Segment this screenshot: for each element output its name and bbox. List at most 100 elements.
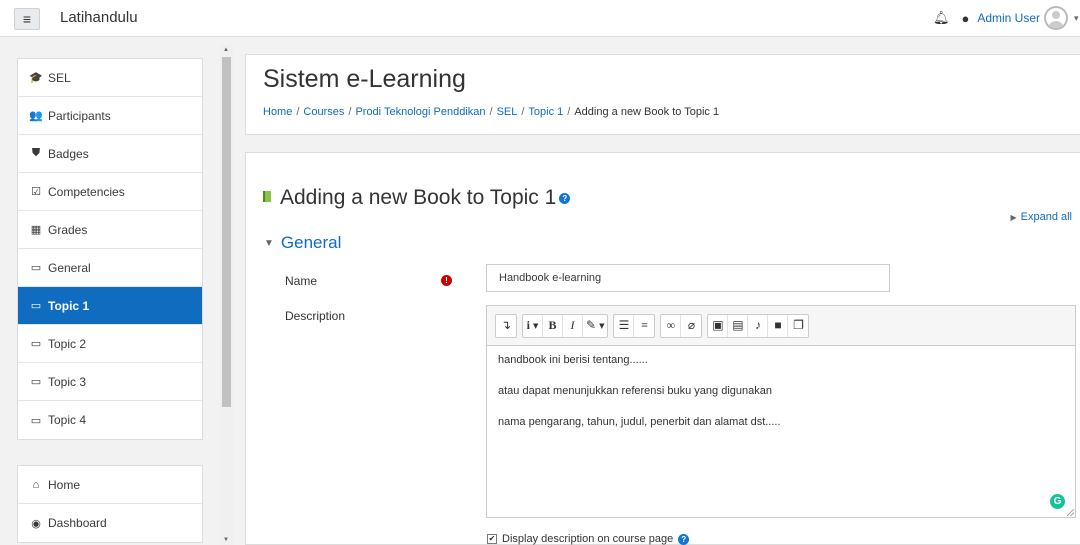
home-icon: ⌂: [32, 478, 40, 491]
grammarly-icon[interactable]: G: [1050, 494, 1065, 509]
top-navbar: ≡ Latihandulu 🔔︎ ● Admin User ▾: [0, 0, 1080, 37]
user-name[interactable]: Admin User: [977, 11, 1040, 25]
message-icon[interactable]: ●: [961, 11, 969, 26]
folder-icon: ▭: [30, 338, 42, 350]
toolbar-group-4: ∞ ⌀: [660, 313, 703, 338]
paragraph-style-icon[interactable]: i ▼: [523, 314, 543, 337]
breadcrumb-link[interactable]: Home: [263, 106, 292, 118]
breadcrumb-separator: /: [296, 106, 300, 118]
required-icon: !: [441, 275, 452, 286]
description-paragraph: nama pengarang, tahun, judul, penerbit d…: [498, 416, 781, 428]
description-label: Description: [285, 309, 346, 323]
media-icon[interactable]: ▤: [728, 314, 749, 337]
breadcrumb-link[interactable]: Prodi Teknologi Penddikan: [355, 106, 485, 118]
sidebar: 🎓 SEL 👥 Participants ⛊ Badges ☑ Competencies ▦ Gr…: [0, 45, 234, 545]
editor-content[interactable]: handbook ini berisi tentang...... atau da…: [487, 346, 1075, 453]
breadcrumb-link[interactable]: Topic 1: [528, 106, 563, 118]
help-icon[interactable]: ?: [559, 192, 571, 204]
sidebar-item-participants[interactable]: 👥 Participants: [18, 97, 202, 135]
image-icon[interactable]: ▣: [708, 314, 729, 337]
sidebar-item-label: Home: [48, 477, 81, 492]
breadcrumb-separator: /: [567, 106, 571, 118]
folder-icon: ▭: [30, 414, 42, 427]
breadcrumb-separator: /: [521, 106, 525, 118]
folder-icon: ▭: [30, 376, 42, 388]
caret-right-icon: ▶: [1010, 213, 1017, 222]
breadcrumb: Home / Courses / Prodi Teknologi Penddikan / S…: [263, 106, 719, 118]
scroll-down-icon[interactable]: ▼: [223, 537, 229, 543]
bold-icon[interactable]: B: [543, 314, 563, 337]
unlink-icon[interactable]: ⌀: [681, 315, 701, 337]
scroll-up-icon[interactable]: ▲: [223, 47, 229, 53]
sidebar-item-dashboard[interactable]: ◉ Dashboard: [18, 504, 202, 542]
page-title: Sistem e-Learning: [263, 65, 466, 93]
breadcrumb-current: Adding a new Book to Topic 1: [574, 106, 720, 118]
hamburger-icon[interactable]: ≡: [14, 8, 40, 30]
section-general-label: General: [280, 233, 342, 252]
sidebar-item-label: General: [48, 260, 91, 275]
link-icon[interactable]: ∞: [661, 314, 682, 337]
sidebar-item-home[interactable]: ⌂ Home: [18, 466, 202, 504]
name-field[interactable]: [486, 264, 890, 292]
page-header: Sistem e-Learning Home / Courses / Prodi Tek…: [245, 54, 1080, 135]
resize-handle-icon[interactable]: [1067, 509, 1074, 516]
course-navigation: 🎓 SEL 👥 Participants ⛊ Badges ☑ Competencies ▦ Gr…: [17, 58, 203, 440]
sidebar-item-competencies[interactable]: ☑ Competencies: [18, 173, 202, 211]
section-general-toggle[interactable]: ▼ General: [264, 233, 341, 253]
sidebar-item-grades[interactable]: ▦ Grades: [18, 211, 202, 249]
expand-all-link[interactable]: ▶ Expand all: [1010, 211, 1072, 223]
user-menu-caret-icon[interactable]: ▾: [1074, 13, 1080, 24]
video-icon[interactable]: ■: [768, 314, 789, 337]
description-paragraph: atau dapat menunjukkan referensi buku ya…: [498, 385, 772, 397]
sidebar-item-topic-3[interactable]: ▭ Topic 3: [18, 363, 202, 401]
folder-icon: ▭: [30, 300, 42, 312]
table-icon: ▦: [30, 224, 42, 236]
sidebar-item-label: Topic 2: [48, 336, 87, 351]
description-paragraph: handbook ini berisi tentang......: [498, 354, 648, 366]
sidebar-item-topic-1[interactable]: ▭ Topic 1: [18, 287, 202, 325]
microphone-icon[interactable]: ♪: [748, 314, 769, 337]
breadcrumb-link[interactable]: Courses: [303, 106, 344, 118]
shield-icon: ⛊: [31, 147, 41, 159]
display-description-checkbox-row[interactable]: ✔ Display description on course page ?: [487, 533, 690, 545]
sidebar-item-label: Competencies: [48, 184, 125, 199]
numbered-list-icon[interactable]: ≡: [634, 315, 654, 337]
name-label: Name: [285, 274, 318, 288]
form-title-text: Adding a new Book to Topic 1: [280, 186, 557, 209]
user-menu-area: 🔔︎ ● Admin User ▾: [921, 6, 1080, 30]
bullet-list-icon[interactable]: ☰: [614, 314, 635, 337]
dashboard-icon: ◉: [31, 517, 41, 530]
toolbar-group-5: ▣ ▤ ♪ ■ ❐: [707, 313, 810, 338]
toolbar-group-2: i ▼ B I ✎ ▼: [522, 313, 609, 338]
text-color-icon[interactable]: ✎ ▼: [583, 315, 607, 337]
avatar[interactable]: [1044, 6, 1068, 30]
manage-files-icon[interactable]: ❐: [788, 315, 808, 337]
graduation-cap-icon: 🎓: [29, 72, 43, 84]
sidebar-item-topic-2[interactable]: ▭ Topic 2: [18, 325, 202, 363]
help-icon[interactable]: ?: [678, 533, 690, 545]
scrollbar-thumb[interactable]: [222, 57, 231, 407]
sidebar-item-label: Dashboard: [48, 516, 107, 530]
sidebar-item-sel[interactable]: 🎓 SEL: [18, 59, 202, 97]
breadcrumb-separator: /: [348, 106, 352, 118]
site-name[interactable]: Latihandulu: [60, 9, 138, 26]
sidebar-item-label: Participants: [48, 108, 111, 123]
book-icon: [263, 191, 271, 202]
sidebar-item-general[interactable]: ▭ General: [18, 249, 202, 287]
breadcrumb-link[interactable]: SEL: [497, 106, 518, 118]
description-editor: ↴ i ▼ B I ✎ ▼ ☰ ≡ ∞ ⌀ ▣ ▤ ♪ ■ ❐ handbook…: [486, 305, 1076, 518]
display-description-checkbox[interactable]: ✔: [487, 534, 497, 544]
users-icon: 👥: [29, 110, 43, 122]
main-region: Adding a new Book to Topic 1? ▶ Expand al…: [245, 152, 1080, 545]
sidebar-item-badges[interactable]: ⛊ Badges: [18, 135, 202, 173]
breadcrumb-separator: /: [489, 106, 493, 118]
sidebar-scrollbar[interactable]: ▲ ▼: [220, 45, 233, 545]
folder-icon: ▭: [30, 262, 42, 274]
sidebar-item-label: Badges: [48, 146, 89, 161]
collapse-toolbar-icon[interactable]: ↴: [496, 315, 516, 337]
sidebar-item-topic-4[interactable]: ▭ Topic 4: [18, 401, 202, 439]
checkbox-icon: ☑: [31, 186, 41, 198]
italic-icon[interactable]: I: [563, 314, 583, 337]
bell-icon[interactable]: 🔔︎: [933, 10, 950, 26]
sidebar-item-label: Topic 3: [48, 374, 87, 389]
